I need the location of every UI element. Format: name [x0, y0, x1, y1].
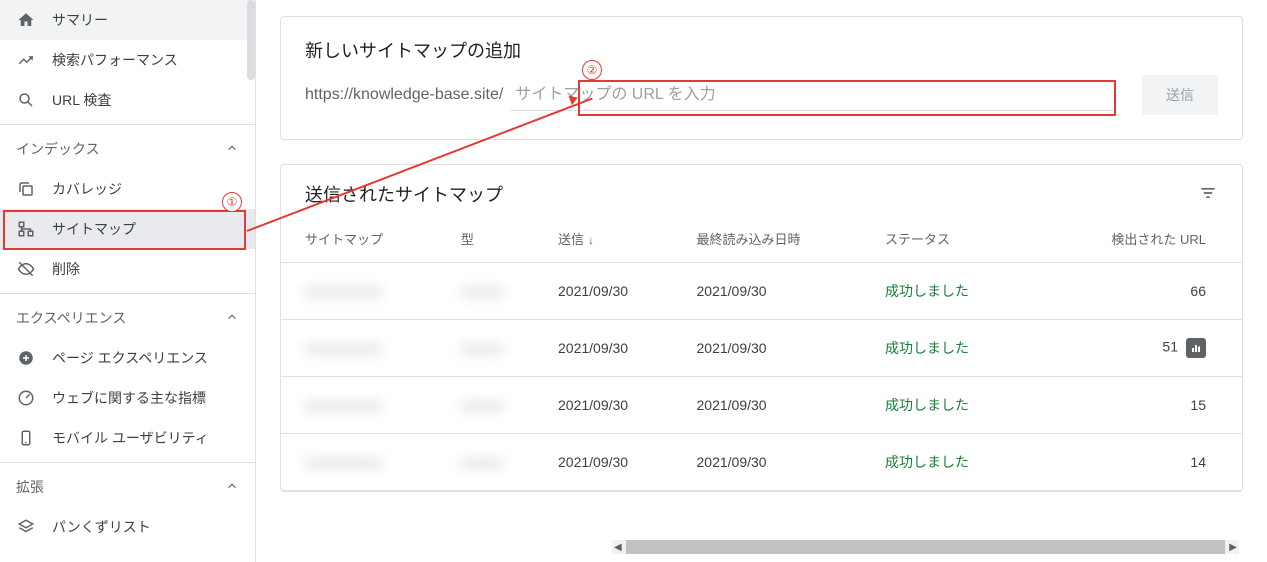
sort-down-icon: ↓ — [588, 233, 594, 247]
cell-sitemap: xxxxxxxxxxx — [305, 454, 382, 470]
url-prefix: https://knowledge-base.site/ — [305, 86, 503, 104]
section-experience[interactable]: エクスペリエンス — [0, 298, 255, 338]
cell-type: xxxxxx — [461, 283, 503, 299]
cell-last-read: 2021/09/30 — [685, 434, 873, 491]
cell-status: 成功しました — [873, 320, 1032, 377]
cell-submitted: 2021/09/30 — [546, 320, 685, 377]
chevron-up-icon — [225, 479, 239, 496]
search-icon — [16, 90, 36, 110]
mobile-icon — [16, 428, 36, 448]
scrollbar-thumb[interactable] — [247, 0, 255, 80]
tree-icon — [16, 219, 36, 239]
speed-icon — [16, 388, 36, 408]
nav-performance[interactable]: 検索パフォーマンス — [0, 40, 255, 80]
cell-submitted: 2021/09/30 — [546, 377, 685, 434]
chevron-up-icon — [225, 310, 239, 327]
cell-status: 成功しました — [873, 434, 1032, 491]
nav-removals[interactable]: 削除 — [0, 249, 255, 289]
chart-icon[interactable] — [1186, 338, 1206, 358]
nav-label: サイトマップ — [52, 219, 136, 239]
scroll-right-icon[interactable]: ▶ — [1227, 542, 1239, 553]
nav-label: カバレッジ — [52, 179, 122, 199]
cell-type: xxxxxx — [461, 454, 503, 470]
sidebar: サマリー 検索パフォーマンス URL 検査 インデックス カバレッジ サイトマッ… — [0, 0, 256, 562]
cell-status: 成功しました — [873, 377, 1032, 434]
cell-sitemap: xxxxxxxxxxx — [305, 283, 382, 299]
nav-sitemaps[interactable]: サイトマップ — [0, 209, 255, 249]
table-row[interactable]: xxxxxxxxxxxxxxxxx2021/09/302021/09/30成功し… — [281, 377, 1242, 434]
cell-sitemap: xxxxxxxxxxx — [305, 340, 382, 356]
cell-last-read: 2021/09/30 — [685, 377, 873, 434]
nav-mobile-usability[interactable]: モバイル ユーザビリティ — [0, 418, 255, 458]
col-sitemap[interactable]: サイトマップ — [281, 215, 449, 263]
cell-urls: 14 — [1032, 434, 1242, 491]
col-urls[interactable]: 検出された URL — [1032, 215, 1242, 263]
col-submitted[interactable]: 送信↓ — [546, 215, 685, 263]
main-content: 新しいサイトマップの追加 https://knowledge-base.site… — [256, 0, 1267, 562]
nav-label: パンくずリスト — [52, 517, 151, 537]
cell-sitemap: xxxxxxxxxxx — [305, 397, 382, 413]
scroll-left-icon[interactable]: ◀ — [612, 542, 624, 553]
nav-label: ページ エクスペリエンス — [52, 348, 208, 368]
col-status[interactable]: ステータス — [873, 215, 1032, 263]
cell-type: xxxxxx — [461, 340, 503, 356]
nav-label: 削除 — [52, 259, 80, 279]
trending-icon — [16, 50, 36, 70]
submit-button[interactable]: 送信 — [1142, 75, 1218, 115]
section-index[interactable]: インデックス — [0, 129, 255, 169]
copy-icon — [16, 179, 36, 199]
cell-urls: 66 — [1032, 263, 1242, 320]
nav-label: サマリー — [52, 10, 108, 30]
nav-core-vitals[interactable]: ウェブに関する主な指標 — [0, 378, 255, 418]
table-row[interactable]: xxxxxxxxxxxxxxxxx2021/09/302021/09/30成功し… — [281, 320, 1242, 377]
add-sitemap-title: 新しいサイトマップの追加 — [281, 17, 1242, 75]
nav-url-inspect[interactable]: URL 検査 — [0, 80, 255, 120]
cell-last-read: 2021/09/30 — [685, 320, 873, 377]
nav-summary[interactable]: サマリー — [0, 0, 255, 40]
section-enhancement[interactable]: 拡張 — [0, 467, 255, 507]
home-icon — [16, 10, 36, 30]
table-row[interactable]: xxxxxxxxxxxxxxxxx2021/09/302021/09/30成功し… — [281, 263, 1242, 320]
col-last-read[interactable]: 最終読み込み日時 — [685, 215, 873, 263]
nav-page-experience[interactable]: ページ エクスペリエンス — [0, 338, 255, 378]
cell-submitted: 2021/09/30 — [546, 434, 685, 491]
table-row[interactable]: xxxxxxxxxxxxxxxxx2021/09/302021/09/30成功し… — [281, 434, 1242, 491]
nav-coverage[interactable]: カバレッジ — [0, 169, 255, 209]
nav-label: ウェブに関する主な指標 — [52, 388, 206, 408]
cell-submitted: 2021/09/30 — [546, 263, 685, 320]
cell-urls: 15 — [1032, 377, 1242, 434]
plus-circle-icon — [16, 348, 36, 368]
horizontal-scrollbar[interactable]: ◀ ▶ — [612, 540, 1239, 554]
scrollbar-thumb[interactable] — [626, 540, 1226, 554]
nav-breadcrumbs[interactable]: パンくずリスト — [0, 507, 255, 547]
nav-label: URL 検査 — [52, 90, 111, 110]
nav-label: 検索パフォーマンス — [52, 50, 178, 70]
section-label: 拡張 — [16, 477, 44, 497]
chevron-up-icon — [225, 141, 239, 158]
add-sitemap-card: 新しいサイトマップの追加 https://knowledge-base.site… — [280, 16, 1243, 140]
nav-label: モバイル ユーザビリティ — [52, 428, 209, 448]
section-label: インデックス — [16, 139, 100, 159]
layers-icon — [16, 517, 36, 537]
cell-type: xxxxxx — [461, 397, 503, 413]
cell-last-read: 2021/09/30 — [685, 263, 873, 320]
col-type[interactable]: 型 — [449, 215, 546, 263]
cell-status: 成功しました — [873, 263, 1032, 320]
section-label: エクスペリエンス — [16, 308, 126, 328]
sitemaps-table: サイトマップ 型 送信↓ 最終読み込み日時 ステータス 検出された URL xx… — [281, 215, 1242, 491]
filter-icon[interactable] — [1198, 183, 1218, 206]
submitted-sitemaps-card: 送信されたサイトマップ サイトマップ 型 送信↓ 最終読み込み日時 ステータス … — [280, 164, 1243, 492]
hide-icon — [16, 259, 36, 279]
submitted-title: 送信されたサイトマップ — [305, 181, 503, 207]
cell-urls: 51 — [1032, 320, 1242, 377]
sitemap-url-input[interactable] — [511, 80, 1114, 111]
